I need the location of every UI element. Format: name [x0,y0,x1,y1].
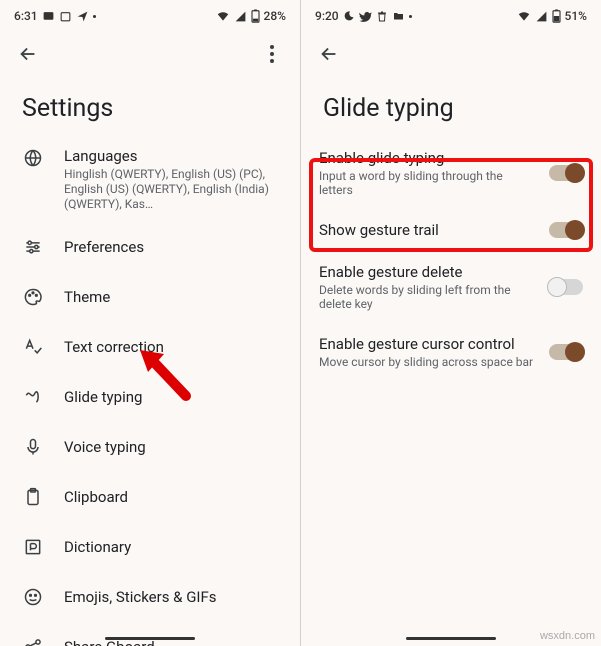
setting-gesture-delete[interactable]: Enable gesture delete Delete words by sl… [301,251,601,323]
share-icon [22,636,44,646]
sidebar-item-glide-typing[interactable]: Glide typing [4,372,300,422]
gesture-icon [22,386,44,408]
watermark: wsxdn.com [540,630,595,642]
status-battery: 51% [565,9,587,23]
back-button[interactable] [313,38,345,70]
message-icon [42,10,55,23]
sidebar-item-languages[interactable]: Languages Hinglish (QWERTY), English (US… [4,137,300,222]
sidebar-item-dictionary[interactable]: Dictionary [4,522,300,572]
back-button[interactable] [12,38,44,70]
battery-icon [251,9,260,23]
emoji-icon [22,586,44,608]
page-title: Settings [0,76,300,137]
item-title: Preferences [64,238,282,256]
status-bar: 6:31 28% [0,0,300,32]
status-dot [409,15,412,18]
battery-icon [552,9,561,23]
page-title: Glide typing [301,76,601,137]
annotation-highlight [309,158,593,252]
globe-icon [22,147,44,169]
sidebar-item-preferences[interactable]: Preferences [4,222,300,272]
toggle-cursor-control[interactable] [549,344,583,360]
send-icon [76,10,89,23]
twitter-icon [359,10,372,23]
clipboard-icon [22,486,44,508]
status-bar: 9:20 51% [301,0,601,32]
item-title: Glide typing [64,388,282,406]
status-time: 6:31 [14,9,38,23]
setting-cursor-control[interactable]: Enable gesture cursor control Move curso… [301,323,601,381]
sidebar-item-emojis[interactable]: Emojis, Stickers & GIFs [4,572,300,622]
dictionary-icon [22,536,44,558]
setting-title: Enable gesture delete [319,263,537,281]
trash-icon [376,10,388,23]
nav-gesture-bar [105,637,195,640]
item-title: Text correction [64,338,282,356]
sidebar-item-text-correction[interactable]: Text correction [4,322,300,372]
settings-list: Languages Hinglish (QWERTY), English (US… [0,137,300,646]
status-right: 28% [216,9,286,23]
phone-right: 9:20 51% Glide typing Enable glide typin… [300,0,601,646]
calendar-icon [59,10,72,23]
toolbar [301,32,601,76]
sidebar-item-theme[interactable]: Theme [4,272,300,322]
phone-left: 6:31 28% Settings Languages Hinglish (QW… [0,0,300,646]
setting-sub: Delete words by sliding left from the de… [319,283,537,311]
sidebar-item-clipboard[interactable]: Clipboard [4,472,300,522]
item-title: Voice typing [64,438,282,456]
wifi-icon [216,9,230,23]
item-title: Clipboard [64,488,282,506]
status-time: 9:20 [315,9,339,23]
status-left: 9:20 [315,9,412,23]
sidebar-item-share[interactable]: Share Gboard [4,622,300,646]
item-title: Emojis, Stickers & GIFs [64,588,282,606]
status-battery: 28% [264,9,286,23]
nav-gesture-bar [406,637,496,640]
setting-title: Enable gesture cursor control [319,335,537,353]
mic-icon [22,436,44,458]
signal-icon [535,10,548,23]
signal-icon [234,10,247,23]
toolbar [0,32,300,76]
spellcheck-icon [22,336,44,358]
item-sub: Hinglish (QWERTY), English (US) (PC), En… [64,167,282,212]
moon-icon [343,10,355,22]
folder-icon [392,10,405,22]
item-title: Theme [64,288,282,306]
setting-sub: Move cursor by sliding across space bar [319,355,537,369]
more-button[interactable] [256,38,288,70]
status-dot [93,15,96,18]
palette-icon [22,286,44,308]
item-title: Languages [64,147,282,165]
status-right: 51% [517,9,587,23]
toggle-gesture-delete[interactable] [549,279,583,295]
item-title: Dictionary [64,538,282,556]
sidebar-item-voice-typing[interactable]: Voice typing [4,422,300,472]
status-left: 6:31 [14,9,96,23]
wifi-icon [517,9,531,23]
sliders-icon [22,236,44,258]
